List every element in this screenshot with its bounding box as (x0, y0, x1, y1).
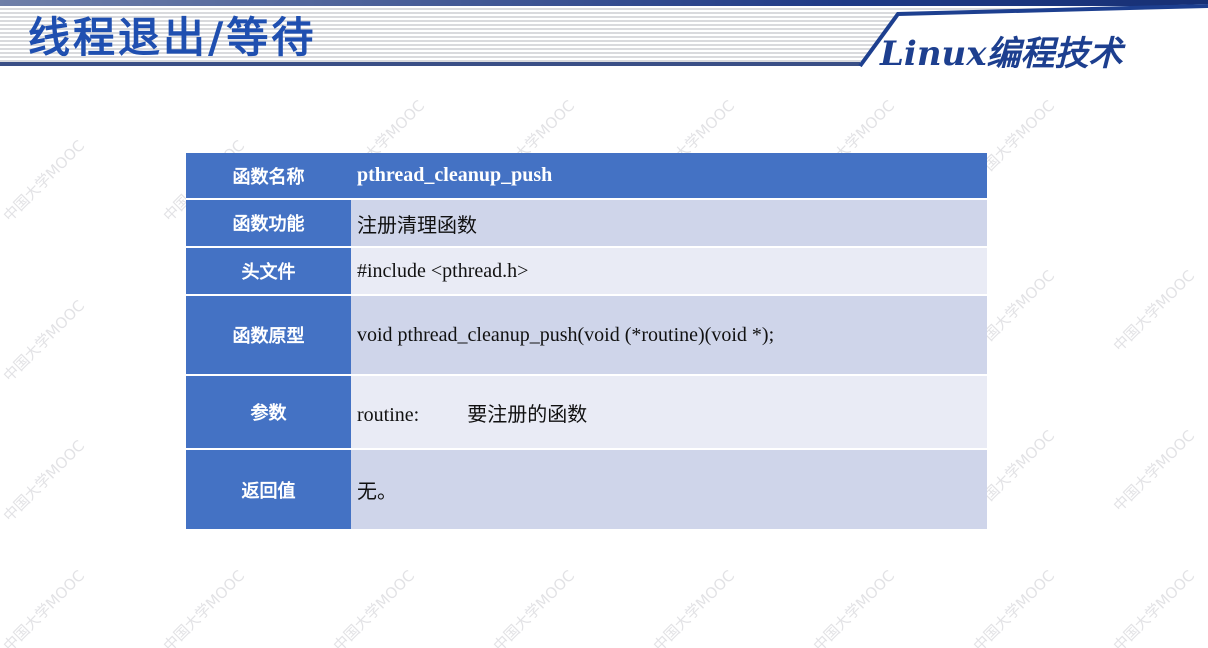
watermark-text: 中国大学MOOC (0, 136, 89, 226)
table-row: 返回值 无。 (186, 449, 987, 529)
function-name-value: pthread_cleanup_push (351, 153, 987, 199)
row-label: 参数 (186, 375, 351, 449)
watermark-text: 中国大学MOOC (969, 566, 1059, 648)
watermark-text: 中国大学MOOC (649, 566, 739, 648)
watermark-text: 中国大学MOOC (1109, 426, 1199, 516)
watermark-text: 中国大学MOOC (489, 566, 579, 648)
row-label: 函数原型 (186, 295, 351, 375)
param-description: 要注册的函数 (467, 403, 588, 426)
watermark-text: 中国大学MOOC (159, 566, 249, 648)
watermark-text: 中国大学MOOC (1109, 266, 1199, 356)
return-value: 无。 (351, 449, 987, 529)
watermark-text: 中国大学MOOC (809, 566, 899, 648)
table-row: 函数功能 注册清理函数 (186, 199, 987, 247)
watermark-text: 中国大学MOOC (329, 566, 419, 648)
params-value: routine: 要注册的函数 (351, 375, 987, 449)
table-row: 函数原型 void pthread_cleanup_push(void (*ro… (186, 295, 987, 375)
watermark-text: 中国大学MOOC (0, 566, 89, 648)
function-purpose-value: 注册清理函数 (351, 199, 987, 247)
course-brand: Linux编程技术 (880, 34, 1123, 74)
param-name: routine: (357, 403, 420, 426)
prototype-value: void pthread_cleanup_push(void (*routine… (351, 295, 987, 375)
watermark-text: 中国大学MOOC (1109, 566, 1199, 648)
watermark-text: 中国大学MOOC (0, 296, 89, 386)
table-row: 函数名称 pthread_cleanup_push (186, 153, 987, 199)
table-row: 头文件 #include <pthread.h> (186, 247, 987, 295)
table-row: 参数 routine: 要注册的函数 (186, 375, 987, 449)
watermark-text: 中国大学MOOC (0, 436, 89, 526)
row-label: 函数功能 (186, 199, 351, 247)
slide-title: 线程退出/等待 (28, 13, 317, 62)
row-label: 头文件 (186, 247, 351, 295)
header-file-value: #include <pthread.h> (351, 247, 987, 295)
row-label: 函数名称 (186, 153, 351, 199)
function-info-table: 函数名称 pthread_cleanup_push 函数功能 注册清理函数 头文… (186, 153, 987, 529)
row-label: 返回值 (186, 449, 351, 529)
slide-header: 线程退出/等待 Linux编程技术 (0, 0, 1208, 74)
